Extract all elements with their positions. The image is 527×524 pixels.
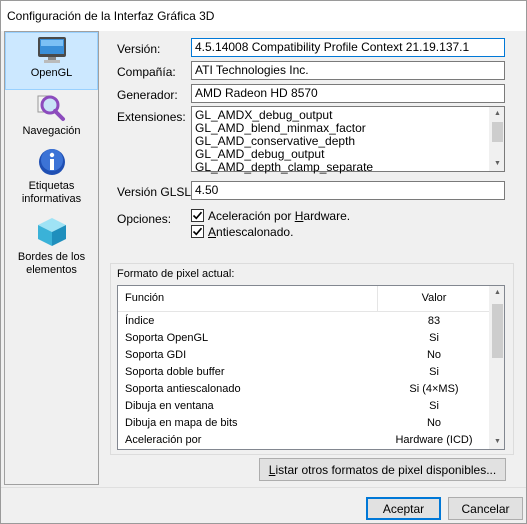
antialias-label[interactable]: Antiescalonado.	[208, 225, 293, 239]
sidebar: OpenGL Navegación Etiquetas informativas	[4, 31, 99, 485]
checkmark-icon	[192, 211, 203, 220]
ok-button[interactable]: Aceptar	[366, 497, 441, 520]
button-label: istar otros formatos de pixel disponible…	[275, 463, 497, 477]
cell-function: Dibuja en mapa de bits	[125, 417, 238, 429]
hw-accel-checkbox[interactable]	[191, 209, 204, 222]
scroll-down-icon[interactable]: ▼	[490, 157, 505, 171]
version-field[interactable]: 4.5.14008 Compatibility Profile Context …	[191, 38, 505, 57]
label-text: Aceleración por	[208, 209, 295, 223]
footer-separator	[1, 487, 526, 488]
cancel-button[interactable]: Cancelar	[448, 497, 523, 520]
cell-function: Índice	[125, 315, 155, 327]
options-label: Opciones:	[117, 212, 172, 226]
list-item: GL_AMD_debug_output	[195, 147, 325, 161]
antialias-checkbox[interactable]	[191, 225, 204, 238]
window-title: Configuración de la Interfaz Gráfica 3D	[7, 9, 215, 23]
sidebar-item-opengl[interactable]: OpenGL	[5, 32, 98, 90]
table-row[interactable]: Soporta GDI No	[118, 347, 490, 364]
sidebar-item-label: Bordes de los elementos	[17, 251, 86, 276]
title-bar: Configuración de la Interfaz Gráfica 3D	[1, 1, 526, 31]
list-item: GL_AMD_conservative_depth	[195, 134, 356, 148]
magnifier-icon	[37, 95, 65, 121]
list-item: GL_AMD_blend_minmax_factor	[195, 121, 366, 135]
cell-value: 83	[427, 315, 441, 327]
col-function-header[interactable]: Función	[125, 286, 164, 311]
sidebar-item-bordes[interactable]: Bordes de los elementos	[5, 216, 98, 277]
checkmark-icon	[192, 227, 203, 236]
table-row[interactable]: Dibuja en mapa de bits No	[118, 415, 490, 432]
label-text: ardware.	[303, 209, 351, 223]
table-row[interactable]: Aceleración por Hardware (ICD)	[118, 432, 490, 449]
cell-value: Si (4×MS)	[409, 383, 459, 395]
col-value-header[interactable]: Valor	[378, 286, 490, 311]
cell-value: No	[426, 349, 442, 361]
cell-function: Aceleración por	[125, 434, 202, 446]
cell-function: Soporta antiescalonado	[125, 383, 241, 395]
company-field[interactable]: ATI Technologies Inc.	[191, 61, 505, 80]
cell-function: Soporta OpenGL	[125, 332, 209, 344]
table-row[interactable]: Soporta doble buffer Si	[118, 364, 490, 381]
table-row[interactable]: Dibuja en ventana Si	[118, 398, 490, 415]
glsl-field[interactable]: 4.50	[191, 181, 505, 200]
scroll-down-icon[interactable]: ▼	[490, 435, 504, 449]
glsl-label: Versión GLSL:	[117, 185, 195, 199]
cell-value: Hardware (ICD)	[395, 434, 473, 446]
company-label: Compañía:	[117, 65, 176, 79]
cube-icon	[37, 218, 66, 246]
sidebar-item-label: OpenGL	[30, 67, 73, 79]
extensions-list[interactable]: GL_AMDX_debug_output GL_AMD_blend_minmax…	[191, 106, 505, 174]
list-pixel-formats-button[interactable]: Listar otros formatos de pixel disponibl…	[259, 458, 506, 481]
scroll-up-icon[interactable]: ▲	[490, 286, 504, 300]
sidebar-item-label: Etiquetas informativas	[21, 180, 82, 205]
pixel-format-title: Formato de pixel actual:	[117, 268, 235, 280]
cell-value: No	[426, 417, 442, 429]
cell-value: Si	[429, 332, 439, 344]
table-row[interactable]: Índice 83	[118, 313, 490, 330]
cell-value: Si	[429, 400, 439, 412]
table-row[interactable]: Soporta antiescalonado Si (4×MS)	[118, 381, 490, 398]
sidebar-item-navegacion[interactable]: Navegación	[5, 92, 98, 138]
dialog-window: Configuración de la Interfaz Gráfica 3D …	[0, 0, 527, 524]
version-label: Versión:	[117, 42, 161, 56]
renderer-field[interactable]: AMD Radeon HD 8570	[191, 84, 505, 103]
list-item: GL_AMD_depth_clamp_separate	[195, 160, 374, 174]
cell-function: Dibuja en ventana	[125, 400, 214, 412]
cell-value: Si	[429, 366, 439, 378]
sidebar-item-etiquetas[interactable]: Etiquetas informativas	[5, 147, 98, 206]
table-row[interactable]: Soporta OpenGL Si	[118, 330, 490, 347]
info-icon	[38, 149, 65, 175]
hw-accel-label[interactable]: Aceleración por Hardware.	[208, 209, 350, 223]
access-key: A	[208, 225, 217, 239]
pixel-format-scrollbar[interactable]: ▲ ▼	[489, 286, 504, 449]
scroll-thumb[interactable]	[492, 304, 503, 358]
cell-function: Soporta doble buffer	[125, 366, 225, 378]
cell-function: Soporta GDI	[125, 349, 187, 361]
scroll-thumb[interactable]	[492, 122, 503, 142]
extensions-scrollbar[interactable]: ▲ ▼	[489, 107, 504, 171]
label-text: ntiescalonado.	[216, 225, 294, 239]
scroll-up-icon[interactable]: ▲	[490, 107, 505, 121]
list-item: GL_AMDX_debug_output	[195, 108, 333, 122]
sidebar-item-label: Navegación	[22, 125, 81, 137]
monitor-icon	[37, 37, 66, 63]
renderer-label: Generador:	[117, 88, 178, 102]
extensions-label: Extensiones:	[117, 110, 186, 124]
table-header: Función Valor	[118, 286, 490, 312]
pixel-format-table[interactable]: Función Valor Índice 83 Soporta OpenGL Si …	[117, 285, 505, 450]
